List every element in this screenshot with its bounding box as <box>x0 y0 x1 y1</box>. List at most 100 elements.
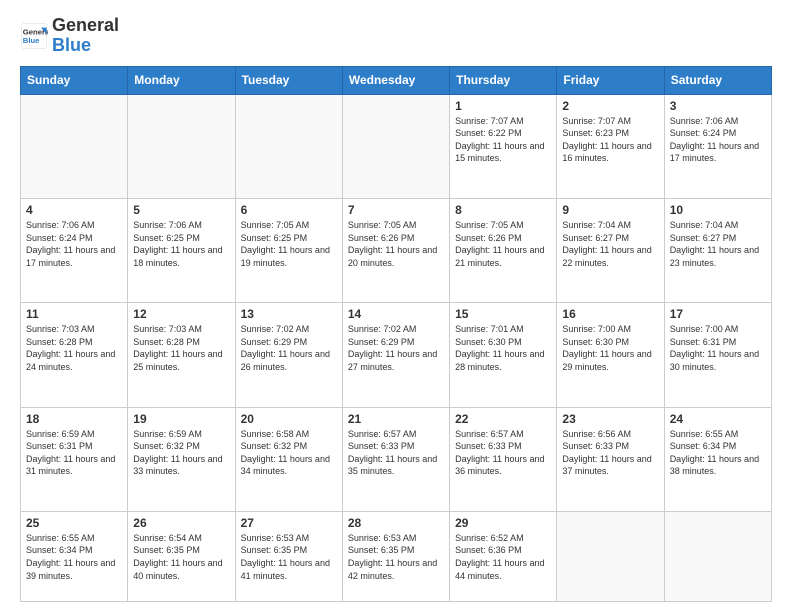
calendar-cell: 24 Sunrise: 6:55 AM Sunset: 6:34 PM Dayli… <box>664 407 771 511</box>
calendar-cell: 13 Sunrise: 7:02 AM Sunset: 6:29 PM Dayli… <box>235 303 342 407</box>
calendar-cell: 16 Sunrise: 7:00 AM Sunset: 6:30 PM Dayli… <box>557 303 664 407</box>
calendar-cell <box>342 94 449 198</box>
day-info: Sunrise: 6:58 AM Sunset: 6:32 PM Dayligh… <box>241 428 337 478</box>
day-number: 16 <box>562 307 658 321</box>
calendar-cell: 17 Sunrise: 7:00 AM Sunset: 6:31 PM Dayli… <box>664 303 771 407</box>
calendar-cell: 22 Sunrise: 6:57 AM Sunset: 6:33 PM Dayli… <box>450 407 557 511</box>
day-info: Sunrise: 7:02 AM Sunset: 6:29 PM Dayligh… <box>348 323 444 373</box>
svg-text:Blue: Blue <box>23 36 40 45</box>
calendar-cell: 6 Sunrise: 7:05 AM Sunset: 6:25 PM Daylig… <box>235 198 342 302</box>
calendar-cell: 5 Sunrise: 7:06 AM Sunset: 6:25 PM Daylig… <box>128 198 235 302</box>
calendar-cell: 25Sunrise: 6:55 AM Sunset: 6:34 PM Dayli… <box>21 511 128 601</box>
day-number: 1 <box>455 99 551 113</box>
week-row-3: 18Sunrise: 6:59 AM Sunset: 6:31 PM Dayli… <box>21 407 772 511</box>
logo-text-blue: Blue <box>52 36 119 56</box>
day-info: Sunrise: 7:00 AM Sunset: 6:31 PM Dayligh… <box>670 323 766 373</box>
day-info: Sunrise: 7:03 AM Sunset: 6:28 PM Dayligh… <box>133 323 229 373</box>
calendar-cell: 7Sunrise: 7:05 AM Sunset: 6:26 PM Daylig… <box>342 198 449 302</box>
day-number: 7 <box>348 203 444 217</box>
day-info: Sunrise: 7:04 AM Sunset: 6:27 PM Dayligh… <box>562 219 658 269</box>
day-info: Sunrise: 6:53 AM Sunset: 6:35 PM Dayligh… <box>348 532 444 582</box>
calendar-cell: 26 Sunrise: 6:54 AM Sunset: 6:35 PM Dayli… <box>128 511 235 601</box>
day-info: Sunrise: 6:56 AM Sunset: 6:33 PM Dayligh… <box>562 428 658 478</box>
day-number: 19 <box>133 412 229 426</box>
day-number: 12 <box>133 307 229 321</box>
day-info: Sunrise: 6:57 AM Sunset: 6:33 PM Dayligh… <box>455 428 551 478</box>
calendar-cell: 29 Sunrise: 6:52 AM Sunset: 6:36 PM Dayli… <box>450 511 557 601</box>
day-info: Sunrise: 7:07 AM Sunset: 6:22 PM Dayligh… <box>455 115 551 165</box>
calendar-cell: 1 Sunrise: 7:07 AM Sunset: 6:22 PM Daylig… <box>450 94 557 198</box>
day-number: 24 <box>670 412 766 426</box>
calendar-cell: 15 Sunrise: 7:01 AM Sunset: 6:30 PM Dayli… <box>450 303 557 407</box>
calendar-cell: 2Sunrise: 7:07 AM Sunset: 6:23 PM Daylig… <box>557 94 664 198</box>
calendar-cell: 23 Sunrise: 6:56 AM Sunset: 6:33 PM Dayli… <box>557 407 664 511</box>
day-number: 22 <box>455 412 551 426</box>
day-info: Sunrise: 7:00 AM Sunset: 6:30 PM Dayligh… <box>562 323 658 373</box>
week-row-2: 11 Sunrise: 7:03 AM Sunset: 6:28 PM Dayli… <box>21 303 772 407</box>
day-number: 15 <box>455 307 551 321</box>
day-info: Sunrise: 6:53 AM Sunset: 6:35 PM Dayligh… <box>241 532 337 582</box>
day-number: 26 <box>133 516 229 530</box>
week-row-0: 1 Sunrise: 7:07 AM Sunset: 6:22 PM Daylig… <box>21 94 772 198</box>
week-row-4: 25Sunrise: 6:55 AM Sunset: 6:34 PM Dayli… <box>21 511 772 601</box>
calendar-cell: 3 Sunrise: 7:06 AM Sunset: 6:24 PM Daylig… <box>664 94 771 198</box>
day-number: 11 <box>26 307 122 321</box>
day-number: 28 <box>348 516 444 530</box>
weekday-header-row: SundayMondayTuesdayWednesdayThursdayFrid… <box>21 66 772 94</box>
calendar-cell: 18Sunrise: 6:59 AM Sunset: 6:31 PM Dayli… <box>21 407 128 511</box>
day-info: Sunrise: 7:04 AM Sunset: 6:27 PM Dayligh… <box>670 219 766 269</box>
calendar-cell: 8 Sunrise: 7:05 AM Sunset: 6:26 PM Daylig… <box>450 198 557 302</box>
calendar-cell: 9 Sunrise: 7:04 AM Sunset: 6:27 PM Daylig… <box>557 198 664 302</box>
day-number: 3 <box>670 99 766 113</box>
day-number: 4 <box>26 203 122 217</box>
day-info: Sunrise: 7:05 AM Sunset: 6:25 PM Dayligh… <box>241 219 337 269</box>
day-info: Sunrise: 6:55 AM Sunset: 6:34 PM Dayligh… <box>670 428 766 478</box>
day-number: 21 <box>348 412 444 426</box>
day-number: 13 <box>241 307 337 321</box>
day-info: Sunrise: 7:06 AM Sunset: 6:25 PM Dayligh… <box>133 219 229 269</box>
day-info: Sunrise: 7:06 AM Sunset: 6:24 PM Dayligh… <box>670 115 766 165</box>
day-number: 14 <box>348 307 444 321</box>
day-info: Sunrise: 7:05 AM Sunset: 6:26 PM Dayligh… <box>455 219 551 269</box>
day-number: 8 <box>455 203 551 217</box>
day-number: 6 <box>241 203 337 217</box>
day-number: 20 <box>241 412 337 426</box>
calendar-cell <box>664 511 771 601</box>
page: General Blue General Blue SundayMondayTu… <box>0 0 792 612</box>
weekday-header-thursday: Thursday <box>450 66 557 94</box>
calendar-cell: 28 Sunrise: 6:53 AM Sunset: 6:35 PM Dayli… <box>342 511 449 601</box>
weekday-header-monday: Monday <box>128 66 235 94</box>
day-info: Sunrise: 6:59 AM Sunset: 6:32 PM Dayligh… <box>133 428 229 478</box>
day-number: 10 <box>670 203 766 217</box>
calendar-cell <box>557 511 664 601</box>
calendar-cell: 20 Sunrise: 6:58 AM Sunset: 6:32 PM Dayli… <box>235 407 342 511</box>
day-info: Sunrise: 7:01 AM Sunset: 6:30 PM Dayligh… <box>455 323 551 373</box>
day-number: 25 <box>26 516 122 530</box>
weekday-header-sunday: Sunday <box>21 66 128 94</box>
calendar-cell: 19 Sunrise: 6:59 AM Sunset: 6:32 PM Dayli… <box>128 407 235 511</box>
day-info: Sunrise: 7:03 AM Sunset: 6:28 PM Dayligh… <box>26 323 122 373</box>
day-info: Sunrise: 7:02 AM Sunset: 6:29 PM Dayligh… <box>241 323 337 373</box>
weekday-header-saturday: Saturday <box>664 66 771 94</box>
day-number: 29 <box>455 516 551 530</box>
logo-text: General <box>52 16 119 36</box>
week-row-1: 4Sunrise: 7:06 AM Sunset: 6:24 PM Daylig… <box>21 198 772 302</box>
day-number: 5 <box>133 203 229 217</box>
day-info: Sunrise: 6:54 AM Sunset: 6:35 PM Dayligh… <box>133 532 229 582</box>
calendar-cell: 21Sunrise: 6:57 AM Sunset: 6:33 PM Dayli… <box>342 407 449 511</box>
calendar-cell <box>128 94 235 198</box>
logo-icon: General Blue <box>20 22 48 50</box>
day-number: 17 <box>670 307 766 321</box>
calendar-cell <box>235 94 342 198</box>
logo: General Blue General Blue <box>20 16 119 56</box>
weekday-header-wednesday: Wednesday <box>342 66 449 94</box>
calendar-cell: 27Sunrise: 6:53 AM Sunset: 6:35 PM Dayli… <box>235 511 342 601</box>
day-number: 9 <box>562 203 658 217</box>
day-info: Sunrise: 6:52 AM Sunset: 6:36 PM Dayligh… <box>455 532 551 582</box>
day-number: 23 <box>562 412 658 426</box>
calendar-cell: 14 Sunrise: 7:02 AM Sunset: 6:29 PM Dayli… <box>342 303 449 407</box>
calendar-cell <box>21 94 128 198</box>
calendar-cell: 4Sunrise: 7:06 AM Sunset: 6:24 PM Daylig… <box>21 198 128 302</box>
calendar-cell: 10 Sunrise: 7:04 AM Sunset: 6:27 PM Dayli… <box>664 198 771 302</box>
weekday-header-friday: Friday <box>557 66 664 94</box>
